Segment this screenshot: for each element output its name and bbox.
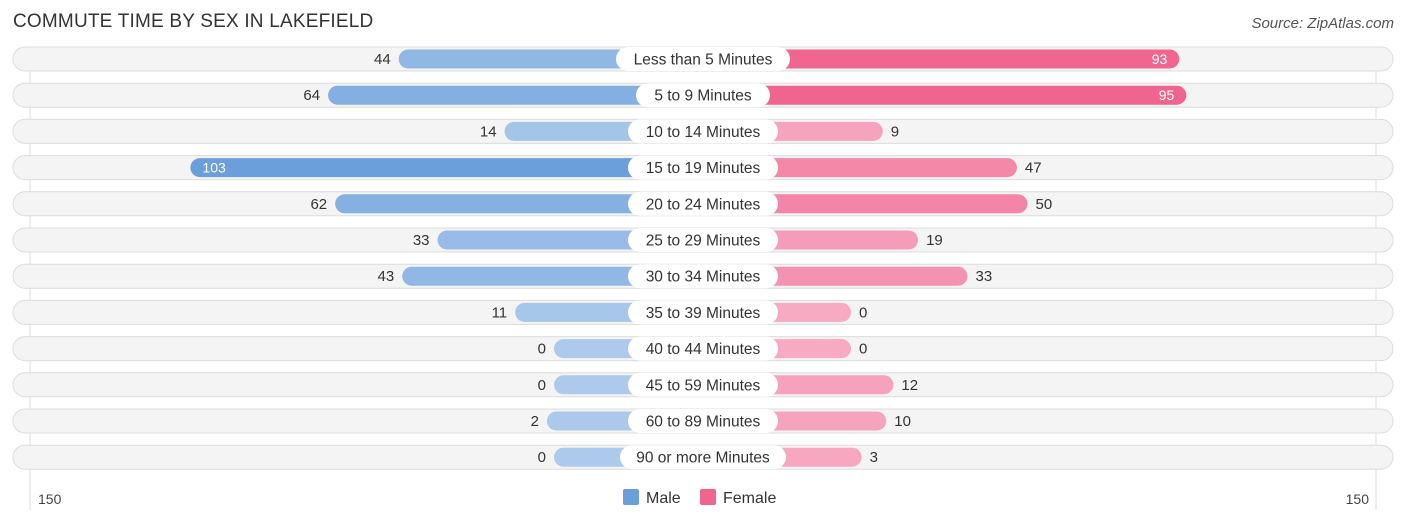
female-value-label: 95 [1159,87,1175,103]
male-value-label: 33 [413,232,430,249]
legend-label-male: Male [646,490,681,507]
female-value-label: 33 [975,268,992,285]
category-label: 30 to 34 Minutes [646,269,761,286]
male-value-label: 64 [303,87,320,104]
category-label: 25 to 29 Minutes [646,233,761,250]
category-label: 90 or more Minutes [636,450,770,467]
female-value-label: 10 [894,413,911,430]
female-value-label: 93 [1152,51,1168,67]
axis-label-right: 150 [1346,491,1370,507]
legend-swatch-female [700,489,716,505]
male-value-label: 0 [538,341,546,358]
female-value-label: 0 [859,304,867,321]
male-value-label: 14 [480,123,497,140]
male-bar [190,158,703,178]
male-value-label: 11 [492,304,508,321]
legend-swatch-male [623,489,639,505]
male-value-label: 43 [378,268,395,285]
female-value-label: 47 [1025,160,1042,177]
male-value-label: 0 [538,377,546,394]
female-value-label: 0 [859,341,867,358]
female-value-label: 9 [891,123,899,140]
male-value-label: 0 [538,449,546,466]
category-label: 20 to 24 Minutes [646,196,761,213]
male-value-label: 103 [202,160,226,176]
category-label: 45 to 59 Minutes [646,377,761,394]
male-value-label: 2 [531,413,539,430]
female-value-label: 19 [926,232,943,249]
chart-svg: Less than 5 Minutes44 935 to 9 Minutes64 9… [12,46,1394,510]
category-label: 35 to 39 Minutes [646,305,761,322]
axis-label-left: 150 [38,491,62,507]
category-label: Less than 5 Minutes [634,52,773,69]
category-label: 10 to 14 Minutes [646,124,761,141]
male-value-label: 62 [310,196,327,213]
category-label: 15 to 19 Minutes [646,160,761,177]
female-value-label: 50 [1036,196,1053,213]
female-bar [703,85,1187,105]
male-value-label: 44 [374,51,391,68]
category-label: 40 to 44 Minutes [646,341,761,358]
female-value-label: 3 [870,449,878,466]
legend-label-female: Female [723,490,776,507]
category-label: 5 to 9 Minutes [654,88,752,105]
category-label: 60 to 89 Minutes [646,414,761,431]
female-value-label: 12 [901,377,918,394]
